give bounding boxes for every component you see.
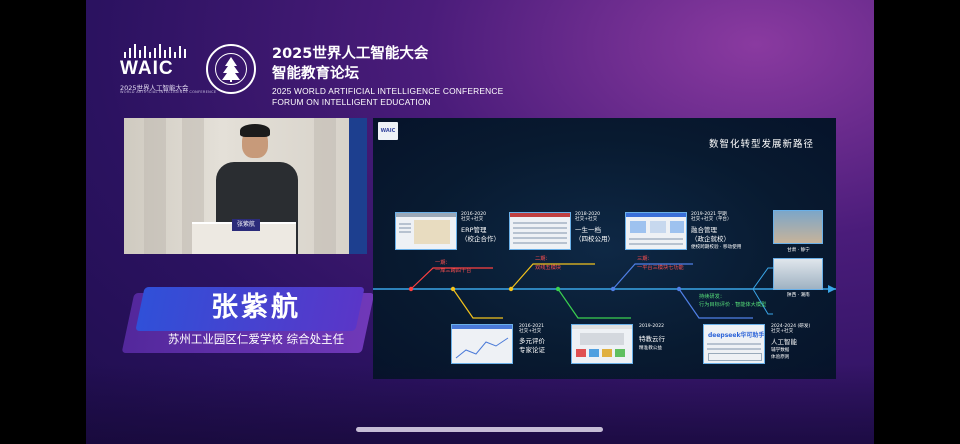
stage-4-sub: 专家论证 xyxy=(519,346,545,354)
stage-2-date: 2018-2020 社交+社交 xyxy=(575,212,601,223)
stage-3-screenshot xyxy=(625,212,687,250)
ongoing-dev-sub: 行为目标评价 · 智能体大模型 xyxy=(699,302,767,308)
waic-logo-text: WAIC xyxy=(120,58,174,79)
phase-1-label: 一期： xyxy=(435,260,451,266)
stage-6-screenshot: deepseek华可助手 xyxy=(703,324,765,364)
stage-4-screenshot xyxy=(451,324,513,364)
phase-3-label: 三期： xyxy=(637,256,653,262)
stage-4-head: 多元评价 xyxy=(519,337,545,345)
stage-4-date: 2016-2021 社交+社交 xyxy=(519,324,545,335)
speaker-video: 张紫航 xyxy=(124,118,367,254)
speaker-title: 苏州工业园区仁爱学校 综合处主任 xyxy=(167,332,345,346)
school-photo-1-caption: 甘肃 · 静宁 xyxy=(787,248,810,253)
school-photo-2 xyxy=(773,258,823,290)
home-indicator[interactable] xyxy=(356,427,603,432)
ongoing-dev-title: 持续研发： xyxy=(699,294,725,300)
stage-1-sub: （校企合作） xyxy=(461,235,500,243)
stage-3-head: 融合管理 xyxy=(691,226,717,234)
speaker-nameplate: 张紫航 苏州工业园区仁爱学校 综合处主任 xyxy=(121,285,375,357)
stage-2-screenshot xyxy=(509,212,571,250)
stage-5-sub: 精准教公益 xyxy=(639,346,662,351)
stage-5-head: 特教云行 xyxy=(639,335,665,343)
stage-5-screenshot xyxy=(571,324,633,364)
conference-title-cn-1: 2025世界人工智能大会 xyxy=(272,46,429,62)
stage-1-head: ERP管理 xyxy=(461,226,487,234)
phase-3-sub: 一平台三模块七功能 xyxy=(637,265,684,271)
stage-1-date: 2016-2020 社交+社交 xyxy=(461,212,487,223)
conference-title-en-1: 2025 WORLD ARTIFICIAL INTELLIGENCE CONFE… xyxy=(272,86,504,96)
conference-title-en-2: FORUM ON INTELLIGENT EDUCATION xyxy=(272,97,431,107)
stage-5-date: 2019-2022 xyxy=(639,324,665,329)
stage-6-date: 2024-2024 (研发) 社交+社交 xyxy=(771,324,811,335)
phase-2-label: 二期： xyxy=(535,256,551,262)
conference-title: 2025世界人工智能大会 智能教育论坛 2025 WORLD ARTIFICIA… xyxy=(272,44,503,108)
stage-2-head: 一生一档 xyxy=(575,226,601,234)
stage-3-note: 便校跨期校验 · 移动使用 xyxy=(691,245,742,250)
conference-title-cn-2: 智能教育论坛 xyxy=(272,66,359,82)
stage-3-sub: （政企就校） xyxy=(691,235,730,243)
branch-green-down xyxy=(557,288,631,319)
deepseek-text: deepseek华可助手 xyxy=(708,332,765,339)
stage-3-date: 2019-2021 学期 社交+社交（平台） xyxy=(691,212,732,223)
branch-yellow-down xyxy=(452,288,503,319)
stage-6-sub: 辅学数据 xyxy=(771,348,790,353)
waic-logo-bars xyxy=(124,44,186,58)
waic-logo-en: WORLD ARTIFICIAL INTELLIGENCE CONFERENCE xyxy=(120,90,217,94)
stage-6-head: 人工智能 xyxy=(771,338,797,346)
speaker-name: 张紫航 xyxy=(211,292,301,323)
video-frame: WAIC 2025世界人工智能大会 WORLD ARTIFICIAL INTEL… xyxy=(86,0,874,444)
stage-1-screenshot xyxy=(395,212,457,250)
school-photo-2-caption: 陕西 · 潮南 xyxy=(787,293,810,298)
school-photo-1 xyxy=(773,210,823,244)
university-seal-icon xyxy=(206,44,256,94)
stage-2-sub: （四校公用） xyxy=(575,235,614,243)
phase-2-sub: 双线五模块 xyxy=(535,265,561,271)
waic-logo: WAIC 2025世界人工智能大会 WORLD ARTIFICIAL INTEL… xyxy=(120,44,216,98)
podium-name-tag: 张紫航 xyxy=(232,219,260,231)
phase-1-sub: 一岸三跨四十台 xyxy=(435,268,472,274)
stage-6-sub2: 体验原则 xyxy=(771,355,790,360)
backdrop-banner xyxy=(349,118,367,254)
presentation-slide: WAIC 数智化转型发展新路径 2016-2020 社交+社交 ERP管理 （校… xyxy=(373,118,836,379)
